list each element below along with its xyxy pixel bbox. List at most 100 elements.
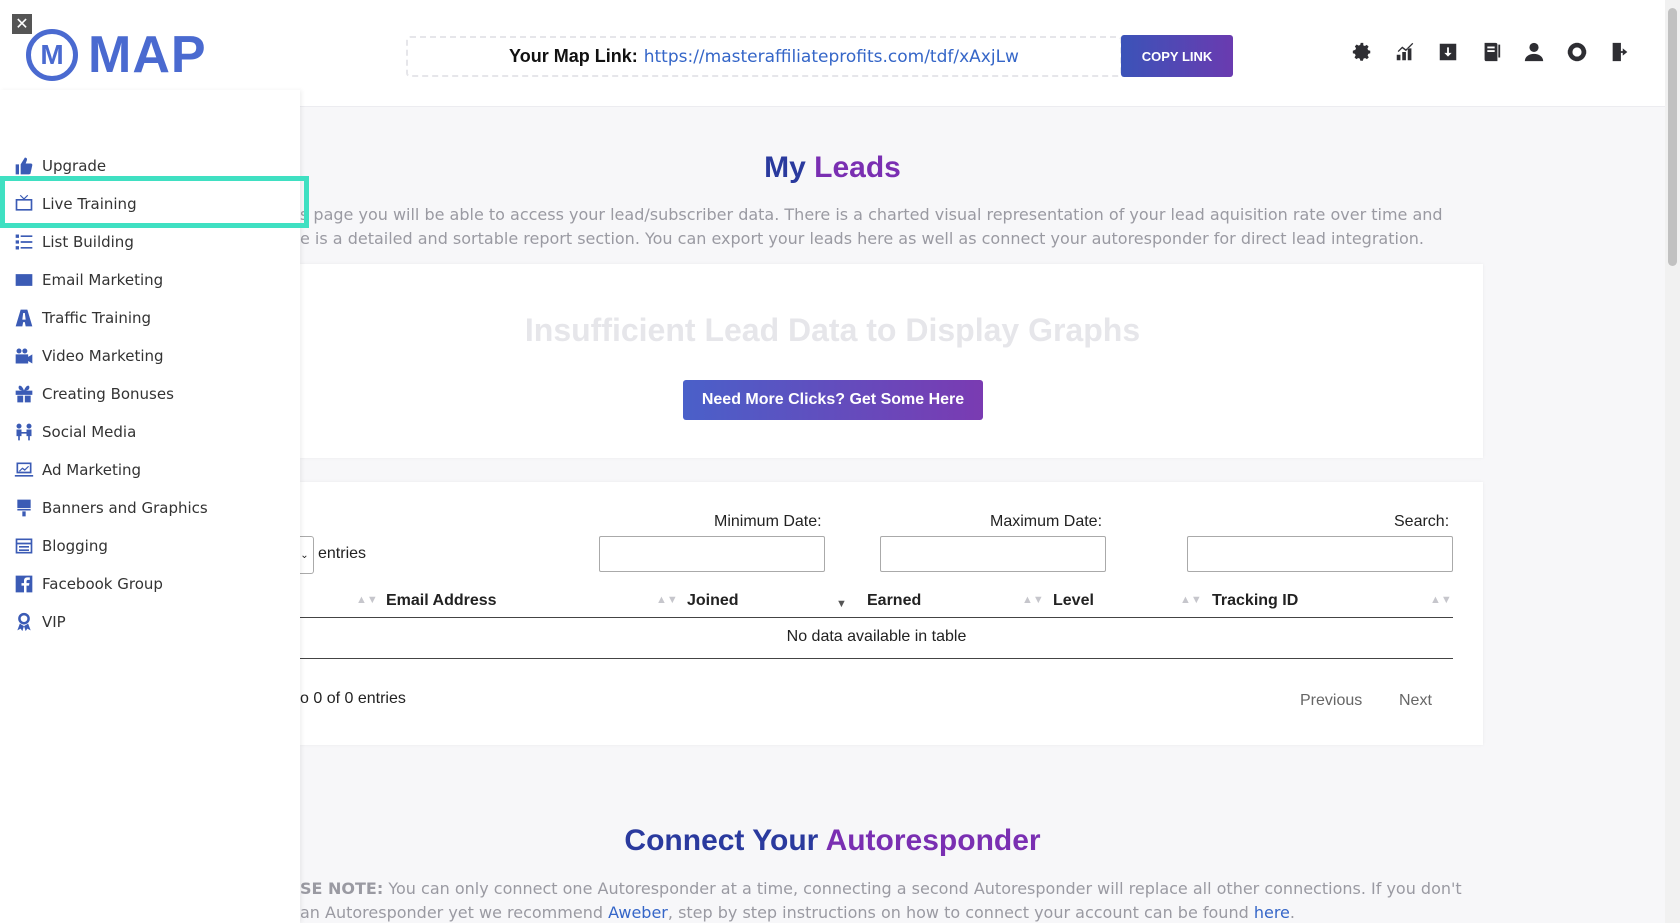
sort-icon: ▲▼ [1180,594,1202,606]
more-clicks-button[interactable]: Need More Clicks? Get Some Here [683,380,983,420]
sidebar-item-list-building[interactable]: List Building [14,229,134,255]
next-button[interactable]: Next [1399,692,1432,710]
column-header-email[interactable]: Email Address [386,592,497,610]
map-link-box: Your Map Link: https://masteraffiliatepr… [406,36,1122,77]
facebook-icon [15,575,33,593]
previous-button[interactable]: Previous [1300,692,1362,710]
chevron-down-icon: ⌄ [300,549,309,561]
insufficient-data-message: Insufficient Lead Data to Display Graphs [524,312,1141,348]
sidebar-item-facebook-group[interactable]: Facebook Group [14,571,163,597]
laptop-chart-icon [14,462,34,477]
connect-title-part2: Autoresponder [825,824,1041,857]
sidebar-item-video-marketing[interactable]: Video Marketing [14,343,164,369]
envelope-icon [15,274,33,286]
sort-icon: ▲▼ [656,594,678,606]
sidebar-item-email-marketing[interactable]: Email Marketing [14,267,163,293]
sidebar-item-label: Email Marketing [42,271,164,289]
gift-icon [15,385,33,403]
note-text-1: You can only connect one Autoresponder a… [383,879,1462,898]
video-icon [15,348,33,364]
blog-icon [15,538,33,554]
graph-card: Insufficient Lead Data to Display Graphs… [300,264,1483,458]
column-header-earned[interactable]: Earned [867,592,921,610]
sidebar-item-label: List Building [42,233,134,251]
sidebar-item-ad-marketing[interactable]: Ad Marketing [14,457,141,483]
sort-desc-icon: ▼ [836,598,847,610]
sidebar-item-label: Upgrade [42,157,107,175]
connect-autoresponder-title: Connect Your Autoresponder [300,824,1365,858]
book-icon[interactable] [1479,40,1503,64]
top-icon-bar [1350,40,1632,64]
column-header-joined[interactable]: Joined [687,592,739,610]
paint-brush-icon [17,499,31,517]
sidebar-item-social-media[interactable]: Social Media [14,419,136,445]
road-icon [15,309,33,327]
min-date-label: Minimum Date: [714,513,822,530]
logo[interactable]: M MAP [26,26,207,84]
logo-mark: M [26,29,78,81]
award-icon [17,612,31,632]
page-title-part2: Leads [814,151,901,184]
highlight-box [0,176,309,228]
max-date-label: Maximum Date: [990,513,1103,530]
intro-text: s page you will be able to access your l… [300,203,1443,251]
sidebar-item-label: VIP [42,613,66,631]
note-text-2a: an Autoresponder yet we recommend [300,903,609,922]
sidebar-item-label: Blogging [42,537,108,555]
entries-label: entries [318,545,367,562]
lifebuoy-icon[interactable] [1565,40,1589,64]
intro-line-2: e is a detailed and sortable report sect… [300,229,1424,248]
column-header-level[interactable]: Level [1053,592,1094,610]
scrollbar[interactable] [1665,0,1680,923]
sidebar-item-label: Traffic Training [42,309,152,327]
min-date-input[interactable] [599,536,825,572]
map-link-label: Your Map Link: [509,46,638,66]
intro-line-1: s page you will be able to access your l… [300,205,1443,224]
note-line-2: an Autoresponder yet we recommend Aweber… [300,901,1365,923]
note-text-2c: . [1289,903,1295,922]
leads-table-card: ⌄ entries Minimum Date: Maximum Date: Se… [296,482,1483,745]
sidebar-item-label: Video Marketing [42,347,164,365]
table-divider [300,658,1453,659]
list-icon [15,234,33,250]
here-link[interactable]: here [1254,903,1290,922]
empty-table-message: No data available in table [786,628,967,645]
aweber-link[interactable]: Aweber [608,903,668,922]
sidebar-item-label: Ad Marketing [42,461,142,479]
scrollbar-thumb[interactable] [1668,8,1677,266]
connect-title-part1: Connect Your [624,824,819,857]
thumbs-up-icon [15,157,33,175]
sidebar-item-creating-bonuses[interactable]: Creating Bonuses [14,381,174,407]
table-header: ▲▼ Email Address ▲▼ Joined ▼ Earned ▲▼ L… [300,588,1453,618]
map-link-url[interactable]: https://masteraffiliateprofits.com/tdf/x… [644,47,1019,67]
max-date-input[interactable] [880,536,1106,572]
note-label: SE NOTE: [300,879,384,898]
user-icon[interactable] [1522,40,1546,64]
sidebar-item-vip[interactable]: VIP [14,609,66,635]
column-header-tracking-id[interactable]: Tracking ID [1212,592,1298,610]
copy-link-button[interactable]: COPY LINK [1121,35,1233,77]
main-content: My Leads s page you will be able to acce… [296,107,1665,923]
table-info: o 0 of 0 entries [300,690,406,707]
logout-icon[interactable] [1608,40,1632,64]
note-text-2b: , step by step instructions on how to co… [667,903,1254,922]
chart-icon[interactable] [1393,40,1417,64]
logo-text: MAP [88,26,207,84]
people-icon [16,423,32,441]
sidebar-item-label: Social Media [42,423,137,441]
search-input[interactable] [1187,536,1453,572]
sort-icon: ▲▼ [356,594,378,606]
sidebar-item-label: Facebook Group [42,575,163,593]
page-title-part1: My [764,151,806,184]
gear-icon[interactable] [1350,40,1374,64]
sidebar-item-traffic-training[interactable]: Traffic Training [14,305,151,331]
page-title: My Leads [300,151,1365,185]
sidebar-item-banners-and-graphics[interactable]: Banners and Graphics [14,495,208,521]
sort-icon: ▲▼ [1430,594,1452,606]
download-icon[interactable] [1436,40,1460,64]
search-label: Search: [1394,513,1450,530]
sidebar-item-label: Banners and Graphics [42,499,208,517]
sidebar-item-label: Creating Bonuses [42,385,174,403]
sidebar-item-blogging[interactable]: Blogging [14,533,108,559]
note-line-1: SE NOTE: You can only connect one Autore… [300,877,1462,901]
